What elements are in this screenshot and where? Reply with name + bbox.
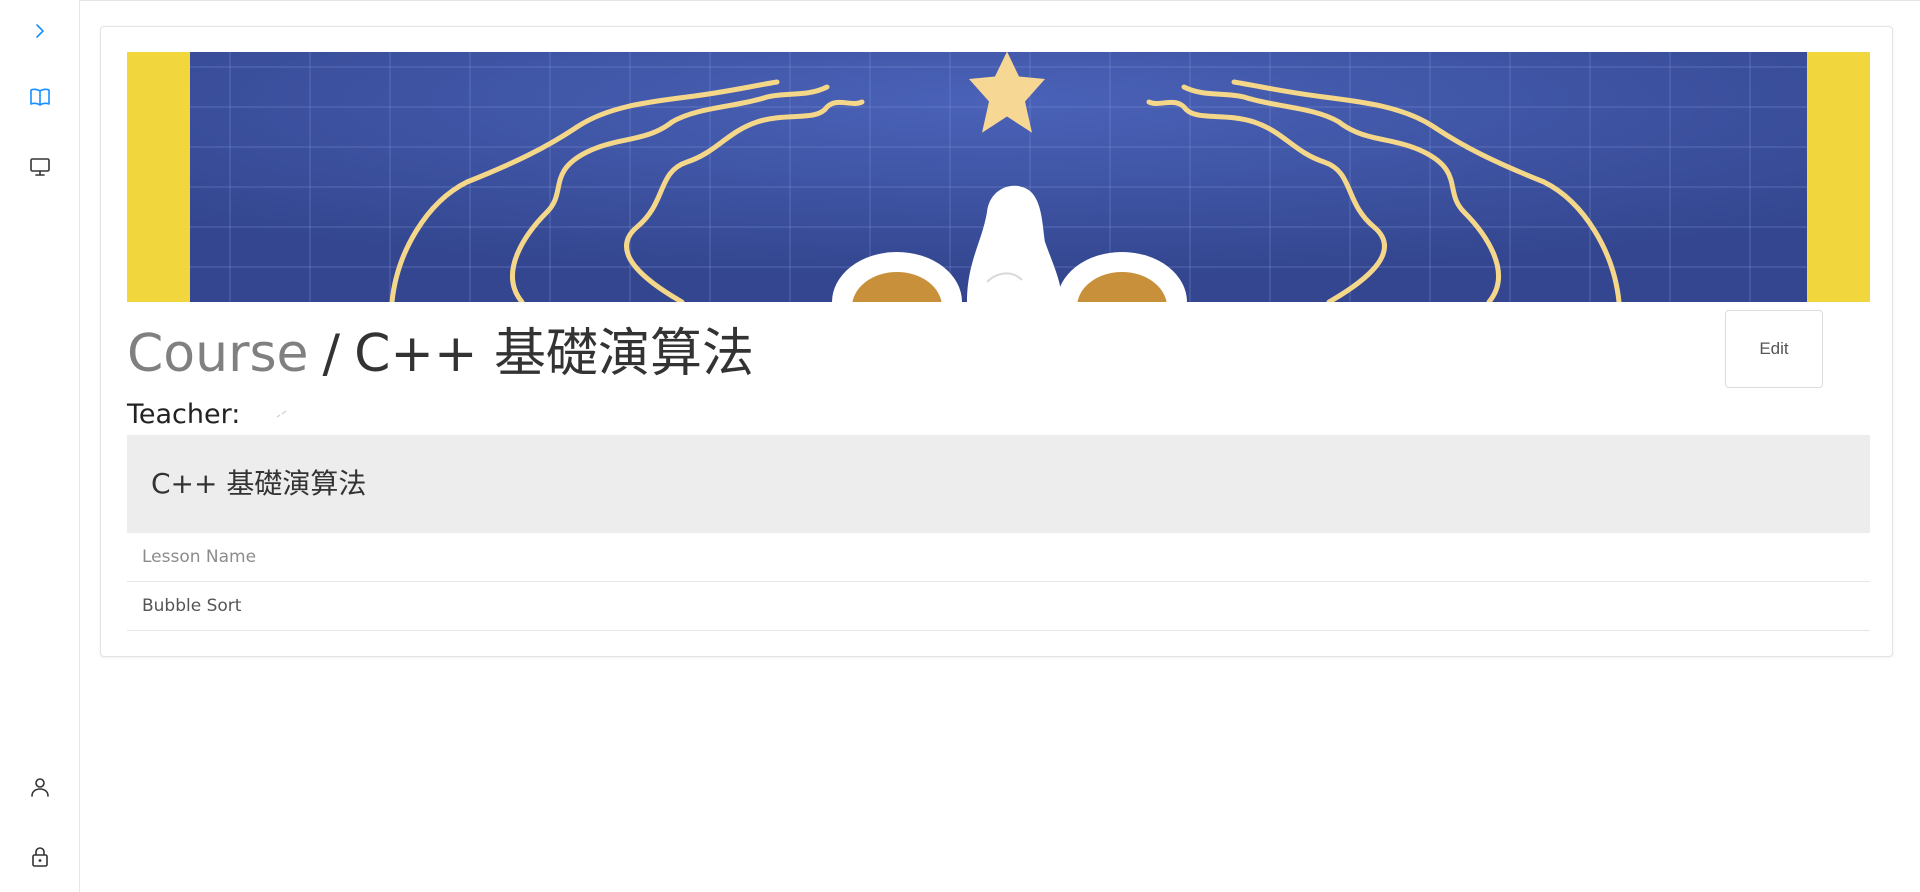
course-card: Course / C++ 基礎演算法 Edit Teacher: C++ 基礎演算法… <box>100 26 1893 657</box>
user-icon <box>31 778 49 797</box>
sidebar-item-lock[interactable] <box>19 836 61 878</box>
sidebar-item-classroom[interactable] <box>19 146 61 188</box>
top-border <box>0 0 1920 1</box>
expand-sidebar-button[interactable] <box>19 10 61 52</box>
section-title: C++ 基礎演算法 <box>151 467 367 500</box>
monitor-icon <box>30 158 50 176</box>
table-header-row: Lesson Name <box>127 533 1870 582</box>
lock-icon <box>32 847 48 867</box>
table-row[interactable]: Bubble Sort <box>127 582 1870 631</box>
section-header: C++ 基礎演算法 <box>127 435 1870 533</box>
course-title: C++ 基礎演算法 <box>354 324 755 384</box>
sidebar-item-courses[interactable] <box>19 76 61 118</box>
column-header-lesson-name: Lesson Name <box>142 547 257 567</box>
chevron-right-icon <box>36 24 44 38</box>
teacher-avatar-fragment <box>276 410 287 418</box>
page-title: Course / C++ 基礎演算法 <box>127 322 754 386</box>
teacher-label: Teacher: <box>127 399 241 430</box>
lesson-name-cell[interactable]: Bubble Sort <box>142 582 241 631</box>
edit-button[interactable]: Edit <box>1725 310 1823 388</box>
sidebar <box>0 0 80 892</box>
sidebar-item-profile[interactable] <box>19 766 61 808</box>
lesson-table: Lesson Name Bubble Sort <box>127 533 1870 631</box>
breadcrumb-separator: / <box>322 324 341 384</box>
course-banner-image <box>127 52 1870 302</box>
breadcrumb-course-link[interactable]: Course <box>127 324 309 384</box>
book-open-icon <box>30 88 50 106</box>
